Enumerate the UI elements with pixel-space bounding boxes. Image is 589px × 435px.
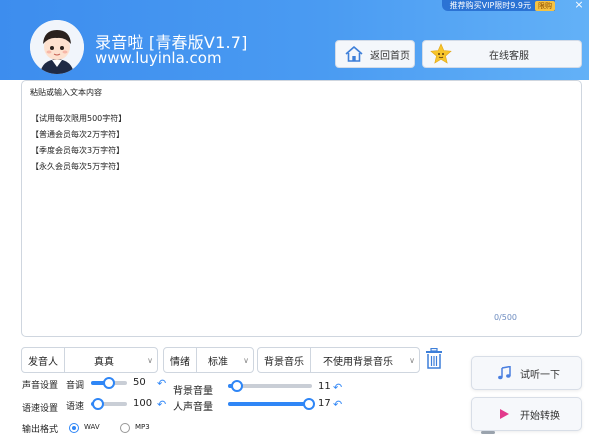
home-button[interactable]: 返回首页	[335, 40, 415, 68]
quota-line-regular: 【普通会员每次2万字符】	[31, 130, 125, 139]
pitch-slider-handle[interactable]	[103, 377, 115, 389]
music-note-icon	[496, 366, 512, 380]
bgm-label: 背景音乐	[258, 348, 311, 372]
bg-volume-slider-handle[interactable]	[231, 380, 244, 392]
vocal-volume-slider[interactable]	[228, 398, 316, 410]
quota-line-trial: 【试用每次限用500字符】	[31, 114, 127, 123]
app-header: 推荐购买VIP限时9.9元 限购 × 录音啦 [青春版V1.7] www.luy…	[0, 0, 589, 80]
speed-label: 语速	[66, 402, 85, 412]
text-input-placeholder: 粘贴或输入文本内容	[30, 88, 102, 97]
reset-icon[interactable]: ↶	[157, 377, 166, 390]
close-icon[interactable]: ×	[573, 0, 585, 11]
chevron-down-icon: ∨	[147, 355, 153, 365]
bgm-value: 不使用背景音乐	[323, 356, 393, 368]
speaker-label: 发音人	[22, 348, 65, 372]
chevron-down-icon: ∨	[409, 355, 415, 365]
text-input-area[interactable]: 粘贴或输入文本内容 【试用每次限用500字符】 【普通会员每次2万字符】 【季度…	[21, 80, 582, 337]
vocal-volume-value: 17	[318, 398, 331, 409]
reset-icon[interactable]: ↶	[157, 398, 166, 411]
avatar	[30, 20, 84, 74]
pitch-label: 音调	[66, 381, 85, 391]
emotion-label: 情绪	[164, 348, 197, 372]
play-icon	[496, 408, 512, 420]
voice-settings-label: 声音设置	[22, 381, 59, 391]
mp3-radio[interactable]	[120, 423, 130, 433]
preview-button-label: 试听一下	[520, 369, 560, 381]
app-url[interactable]: www.luyinla.com	[95, 49, 222, 67]
emotion-select[interactable]: 情绪 标准 ∨	[163, 347, 254, 373]
quota-line-lifetime: 【永久会员每次5万字符】	[31, 162, 125, 171]
home-button-label: 返回首页	[370, 50, 410, 62]
trash-icon[interactable]	[425, 347, 443, 370]
reset-icon[interactable]: ↶	[333, 398, 342, 411]
pitch-slider[interactable]	[91, 377, 127, 389]
speed-settings-label: 语速设置	[22, 404, 59, 414]
resize-handle[interactable]	[481, 431, 495, 434]
bg-volume-label: 背景音量	[173, 386, 213, 397]
wav-radio[interactable]	[69, 423, 79, 433]
customer-service-label: 在线客服	[489, 50, 529, 62]
start-convert-label: 开始转换	[520, 410, 560, 422]
char-counter: 0/500	[493, 313, 517, 322]
customer-service-button[interactable]: 在线客服	[422, 40, 582, 68]
emotion-value: 标准	[208, 356, 228, 368]
output-format-label: 输出格式	[22, 425, 59, 435]
pitch-value: 50	[133, 377, 146, 388]
speaker-value: 真真	[94, 356, 114, 368]
reset-icon[interactable]: ↶	[333, 381, 342, 394]
bgm-select[interactable]: 背景音乐 不使用背景音乐 ∨	[257, 347, 420, 373]
quota-notes: 【试用每次限用500字符】 【普通会员每次2万字符】 【季度会员每次3万字符】 …	[31, 111, 126, 175]
vip-promo-text: 推荐购买VIP限时9.9元	[449, 1, 531, 10]
chevron-down-icon: ∨	[243, 355, 249, 365]
vip-promo-badge: 限购	[535, 0, 555, 11]
home-icon	[342, 43, 366, 65]
mp3-label[interactable]: MP3	[135, 423, 150, 431]
star-face-icon	[429, 43, 453, 65]
start-convert-button[interactable]: 开始转换	[471, 397, 582, 431]
speaker-select[interactable]: 发音人 真真 ∨	[21, 347, 158, 373]
preview-button[interactable]: 试听一下	[471, 356, 582, 390]
vocal-volume-slider-handle[interactable]	[303, 398, 316, 410]
speed-slider[interactable]	[91, 398, 127, 410]
vocal-volume-label: 人声音量	[173, 402, 213, 413]
wav-label[interactable]: WAV	[84, 423, 100, 431]
speed-slider-handle[interactable]	[92, 398, 105, 410]
vocal-volume-slider-fill	[228, 402, 310, 406]
bg-volume-value: 11	[318, 381, 331, 392]
speed-value: 100	[133, 398, 153, 409]
quota-line-quarterly: 【季度会员每次3万字符】	[31, 146, 125, 155]
vip-promo-banner[interactable]: 推荐购买VIP限时9.9元 限购	[441, 0, 555, 11]
bg-volume-slider[interactable]	[228, 380, 312, 392]
